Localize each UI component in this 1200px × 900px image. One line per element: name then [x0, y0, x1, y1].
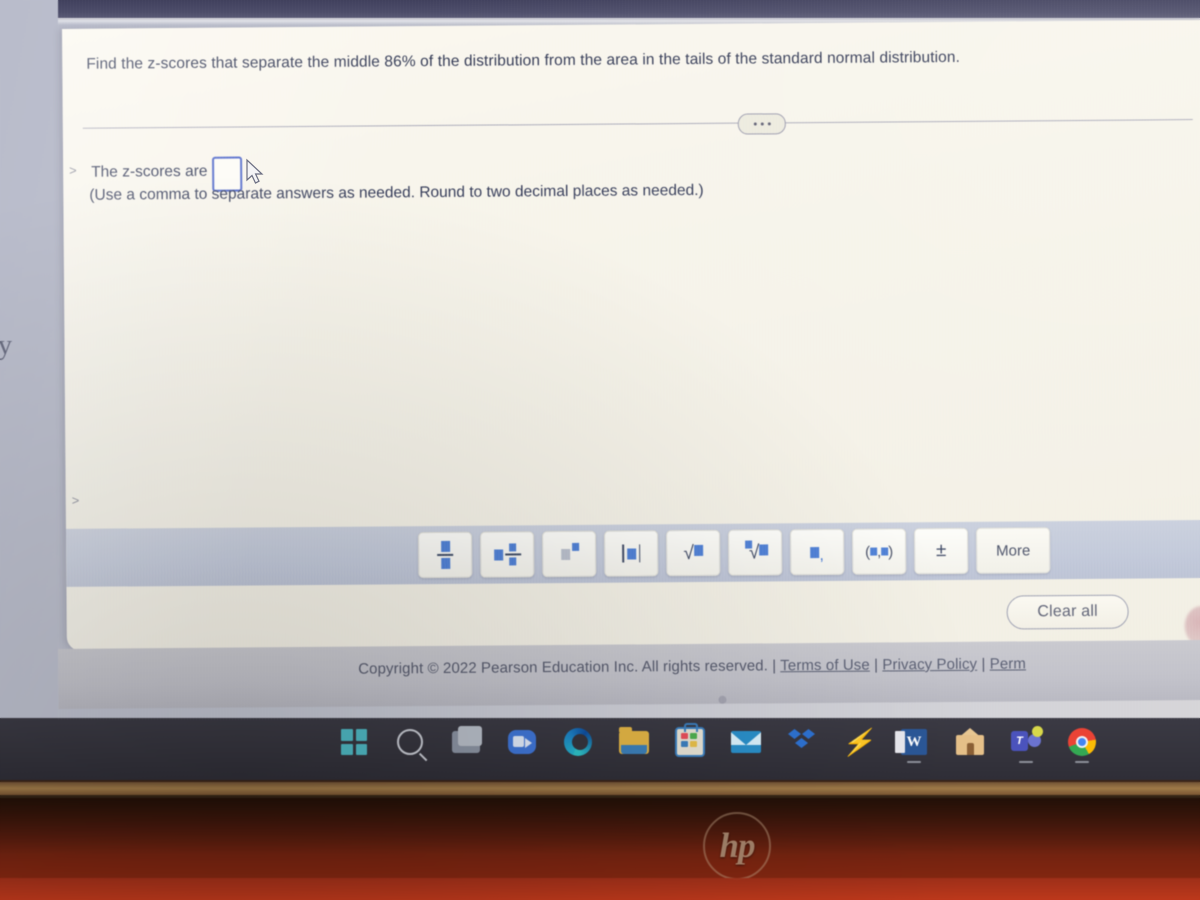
palette-square-root-button[interactable]: √ — [665, 529, 721, 577]
chrome-icon[interactable] — [1066, 726, 1098, 763]
deck-shadow — [0, 795, 1200, 855]
footer-copyright-row: Copyright © 2022 Pearson Education Inc. … — [358, 655, 1026, 677]
answer-instruction: (Use a comma to separate answers as need… — [89, 181, 704, 204]
file-explorer-icon[interactable] — [618, 726, 650, 758]
palette-mixed-number-button[interactable] — [479, 531, 535, 578]
footer-copyright: Copyright © 2022 Pearson Education Inc. … — [358, 657, 769, 678]
ellipsis-icon[interactable] — [737, 113, 786, 135]
question-page: Find the z-scores that separate the midd… — [62, 20, 1200, 651]
lightning-icon[interactable]: ⚡ — [842, 726, 874, 758]
search-icon[interactable] — [394, 726, 426, 758]
answer-label: The z-scores are — [91, 162, 208, 181]
privacy-policy-link[interactable]: Privacy Policy — [882, 656, 977, 674]
palette-plus-minus-button[interactable]: ± — [913, 527, 969, 575]
footer-sep-2: | — [874, 656, 879, 674]
palette-nth-root-button[interactable]: √ — [727, 529, 783, 576]
answer-row: The z-scores are — [91, 154, 243, 192]
permissions-link[interactable]: Perm — [990, 655, 1026, 672]
mail-icon[interactable] — [730, 726, 762, 758]
palette-more-button[interactable]: More — [975, 527, 1051, 574]
edge-icon[interactable] — [562, 726, 594, 758]
footer-sep-1: | — [772, 657, 777, 675]
home-icon[interactable] — [954, 726, 986, 758]
start-icon[interactable] — [338, 726, 370, 758]
word-icon[interactable]: W — [895, 726, 930, 763]
dropbox-icon[interactable] — [786, 726, 818, 758]
zoom-icon[interactable] — [506, 726, 538, 758]
question-prompt: Find the z-scores that separate the midd… — [86, 48, 961, 73]
section-divider — [82, 108, 1193, 141]
palette-ordered-pair-button[interactable]: (,) — [851, 528, 907, 575]
palette-absolute-value-button[interactable] — [603, 530, 659, 577]
clear-all-button[interactable]: Clear all — [1006, 594, 1129, 630]
terms-of-use-link[interactable]: Terms of Use — [780, 657, 870, 675]
footer-sep-3: | — [981, 655, 986, 673]
desk-surface — [0, 878, 1200, 900]
divider-line — [82, 119, 1193, 129]
page-footer: Copyright © 2022 Pearson Education Inc. … — [58, 640, 1200, 709]
teams-icon[interactable]: T — [1010, 726, 1043, 763]
step-chevron-top: > — [69, 162, 77, 178]
step-chevron-bottom: > — [71, 492, 80, 508]
browser-chrome-band — [58, 0, 1200, 20]
palette-fraction-button[interactable] — [417, 531, 473, 579]
task-view-icon[interactable] — [450, 726, 482, 758]
laptop-screen-photo: y Find the z-scores that separate the mi… — [0, 0, 1200, 900]
windows-taskbar: ⚡ W T — [0, 718, 1200, 784]
stray-desktop-letter: y — [0, 330, 12, 361]
hp-logo: hp — [703, 812, 771, 880]
palette-exponent-button[interactable] — [541, 530, 597, 578]
footer-dot — [718, 695, 727, 704]
palette-list-separator-button[interactable]: , — [789, 528, 845, 576]
microsoft-store-icon[interactable] — [674, 723, 706, 758]
math-palette-toolbar: √ √ , (,) ± More — [65, 519, 1200, 587]
